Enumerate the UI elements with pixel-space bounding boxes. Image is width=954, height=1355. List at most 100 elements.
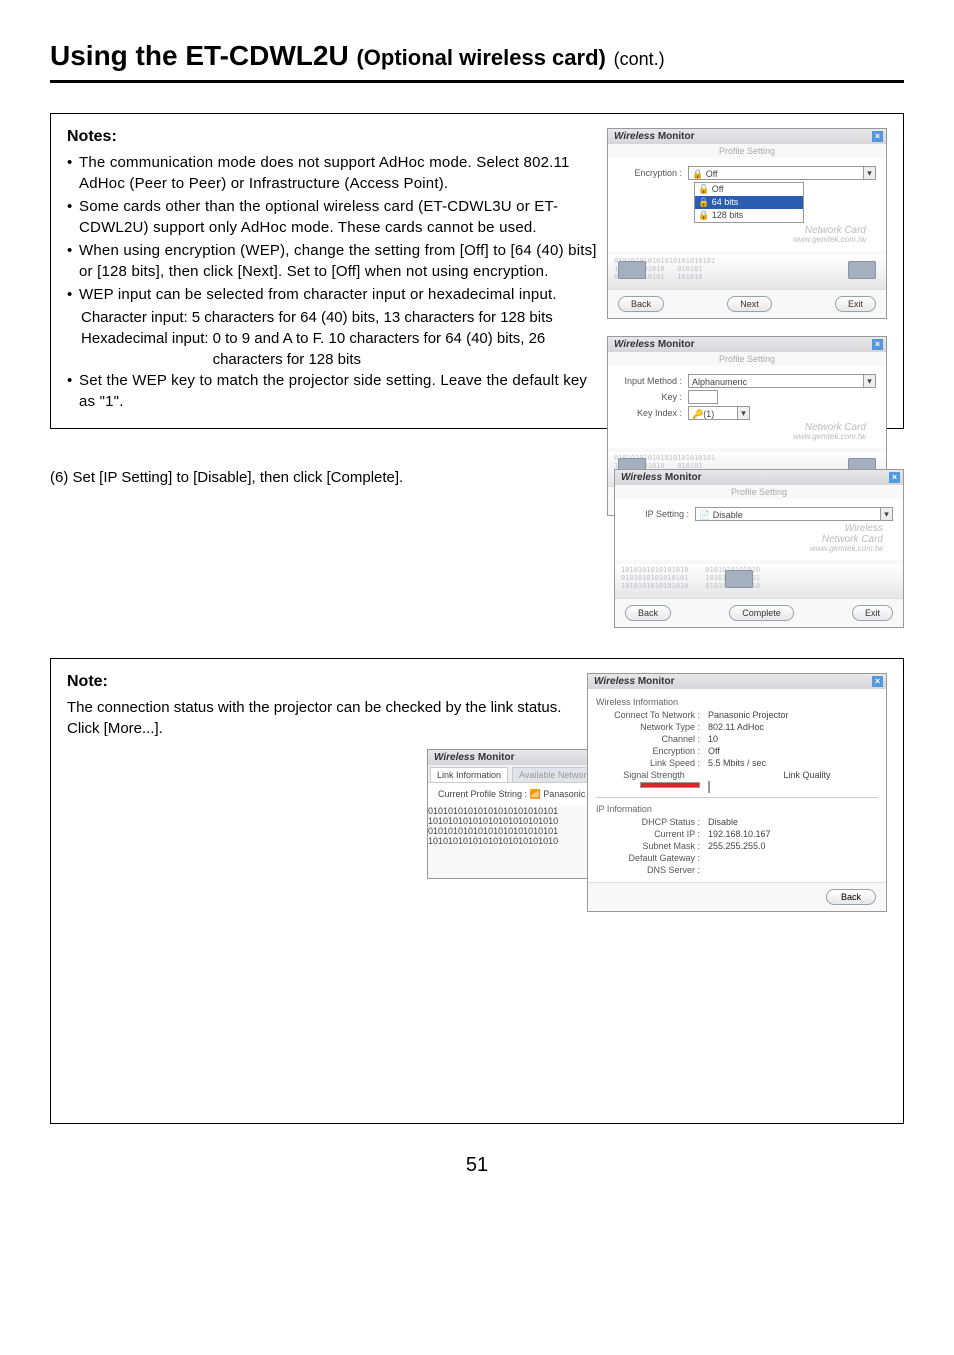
ip-info-grid: DHCP Status :Disable Current IP :192.168…: [588, 816, 886, 876]
button-row: Back Next Exit: [608, 289, 886, 318]
title-sub: (Optional wireless card): [356, 45, 605, 70]
title-rest: Monitor: [662, 472, 701, 483]
char-input-label: Character input:: [81, 307, 188, 328]
page-title: Using the ET-CDWL2U (Optional wireless c…: [50, 40, 904, 83]
enc-opt-64[interactable]: 🔒 64 bits: [695, 196, 803, 209]
back-button[interactable]: Back: [826, 889, 876, 905]
bullet-1: • The communication mode does not suppor…: [67, 152, 597, 194]
ip-setting-label: IP Setting :: [625, 509, 695, 519]
hex-input-label: Hexadecimal input:: [81, 328, 209, 370]
info-row: DNS Server :: [588, 864, 886, 876]
separator: [596, 797, 878, 798]
brand-text: Network Card www.gemtek.com.tw: [618, 225, 876, 245]
window-titlebar: Wireless Monitor ×: [608, 129, 886, 144]
back-button-row: Back: [588, 882, 886, 911]
notes-box: Notes: • The communication mode does not…: [50, 113, 904, 429]
link-quality-bar: [708, 781, 710, 793]
info-row: Network Type :802.11 AdHoc: [588, 721, 886, 733]
screenshot-encryption: Wireless Monitor × Profile Setting Encry…: [607, 128, 887, 319]
brand-text: Wireless Network Card www.gemtek.com.tw: [625, 523, 893, 554]
hex-input-row: Hexadecimal input: 0 to 9 and A to F. 10…: [81, 328, 597, 370]
exit-button[interactable]: Exit: [852, 605, 893, 621]
signal-row: Signal Strength Link Quality: [588, 769, 886, 781]
dropdown-arrow-icon[interactable]: ▾: [738, 406, 750, 420]
title-rest: Monitor: [655, 131, 694, 142]
note2-text: The connection status with the projector…: [67, 697, 597, 739]
input-method-row: Input Method : Alphanumeric ▾: [618, 374, 876, 388]
exit-button[interactable]: Exit: [835, 296, 876, 312]
bullet-1-text: The communication mode does not support …: [79, 152, 597, 194]
close-icon[interactable]: ×: [889, 472, 900, 483]
wireless-info-grid: Connect To Network :Panasonic Projector …: [588, 709, 886, 793]
key-field[interactable]: [688, 390, 718, 404]
enc-opt-128[interactable]: 🔒 128 bits: [695, 209, 803, 222]
decorative-binary-strip: 010101010101010101010101101010101010 010…: [608, 255, 886, 289]
close-icon[interactable]: ×: [872, 131, 883, 142]
bullet-5: • Set the WEP key to match the projector…: [67, 370, 597, 412]
bullet-dot: •: [67, 152, 79, 194]
encryption-label: Encryption :: [618, 168, 688, 178]
decorative-binary-strip: 1010101010101010 01010101010100101010101…: [615, 564, 903, 598]
ip-setting-select[interactable]: 📄 Disable: [695, 507, 881, 521]
title-main: Using the ET-CDWL2U: [50, 40, 349, 71]
back-button[interactable]: Back: [625, 605, 671, 621]
dropdown-arrow-icon[interactable]: ▾: [881, 507, 893, 521]
info-row: Encryption :Off: [588, 745, 886, 757]
title-italic: Wireless: [614, 339, 655, 350]
window-titlebar: Wireless Monitor ×: [588, 674, 886, 689]
back-button[interactable]: Back: [618, 296, 664, 312]
encryption-dropdown-list[interactable]: 🔓 Off 🔒 64 bits 🔒 128 bits: [694, 182, 804, 223]
title-cont: (cont.): [614, 49, 665, 69]
title-italic: Wireless: [621, 472, 662, 483]
encryption-row: Encryption : 🔒 Off ▾: [618, 166, 876, 180]
title-italic: Wireless: [614, 131, 655, 142]
enc-opt-off[interactable]: 🔓 Off: [695, 183, 803, 196]
tab-link-information[interactable]: Link Information: [430, 767, 508, 782]
wireless-info-group: Wireless Information: [588, 695, 886, 709]
profile-setting-subhead: Profile Setting: [608, 144, 886, 158]
dropdown-arrow-icon[interactable]: ▾: [864, 374, 876, 388]
profile-setting-subhead: Profile Setting: [608, 352, 886, 366]
next-button[interactable]: Next: [727, 296, 772, 312]
title-italic: Wireless: [434, 752, 475, 763]
bullet-dot: •: [67, 284, 79, 305]
bullet-dot: •: [67, 370, 79, 412]
close-icon[interactable]: ×: [872, 676, 883, 687]
info-row: Subnet Mask :255.255.255.0: [588, 840, 886, 852]
key-index-row: Key Index : 🔑(1) ▾: [618, 406, 876, 420]
brand-text: Network Card www.gemtek.com.tw: [618, 422, 876, 442]
key-index-label: Key Index :: [618, 408, 688, 418]
screenshot-wireless-info: Wireless Monitor × Wireless Information …: [587, 673, 887, 912]
info-row: Channel :10: [588, 733, 886, 745]
current-profile-label: Current Profile String :: [438, 789, 527, 799]
hex-input-val: 0 to 9 and A to F. 10 characters for 64 …: [213, 328, 597, 370]
char-input-row: Character input: 5 characters for 64 (40…: [81, 307, 597, 328]
title-rest: Monitor: [475, 752, 514, 763]
bullet-3-text: When using encryption (WEP), change the …: [79, 240, 597, 282]
link-quality-label: Link Quality: [728, 770, 886, 780]
notes-content: • The communication mode does not suppor…: [67, 152, 597, 412]
dropdown-arrow-icon[interactable]: ▾: [864, 166, 876, 180]
chip-icon: [618, 261, 646, 279]
input-method-label: Input Method :: [618, 376, 688, 386]
bars-row: [588, 781, 886, 793]
ip-info-group: IP Information: [588, 802, 886, 816]
title-rest: Monitor: [635, 676, 674, 687]
key-index-select[interactable]: 🔑(1): [688, 406, 738, 420]
bullet-dot: •: [67, 196, 79, 238]
signal-strength-bar: [640, 782, 700, 788]
info-row: DHCP Status :Disable: [588, 816, 886, 828]
key-label: Key :: [618, 392, 688, 402]
step-6-row: (6) Set [IP Setting] to [Disable], then …: [50, 469, 904, 628]
title-rest: Monitor: [655, 339, 694, 350]
step-6-text: (6) Set [IP Setting] to [Disable], then …: [50, 469, 594, 486]
note-box-2: Note: The connection status with the pro…: [50, 658, 904, 1124]
encryption-select[interactable]: 🔒 Off: [688, 166, 864, 180]
title-italic: Wireless: [594, 676, 635, 687]
bullet-2-text: Some cards other than the optional wirel…: [79, 196, 597, 238]
info-row: Connect To Network :Panasonic Projector: [588, 709, 886, 721]
input-method-select[interactable]: Alphanumeric: [688, 374, 864, 388]
chip-icon: [848, 261, 876, 279]
close-icon[interactable]: ×: [872, 339, 883, 350]
complete-button[interactable]: Complete: [729, 605, 794, 621]
